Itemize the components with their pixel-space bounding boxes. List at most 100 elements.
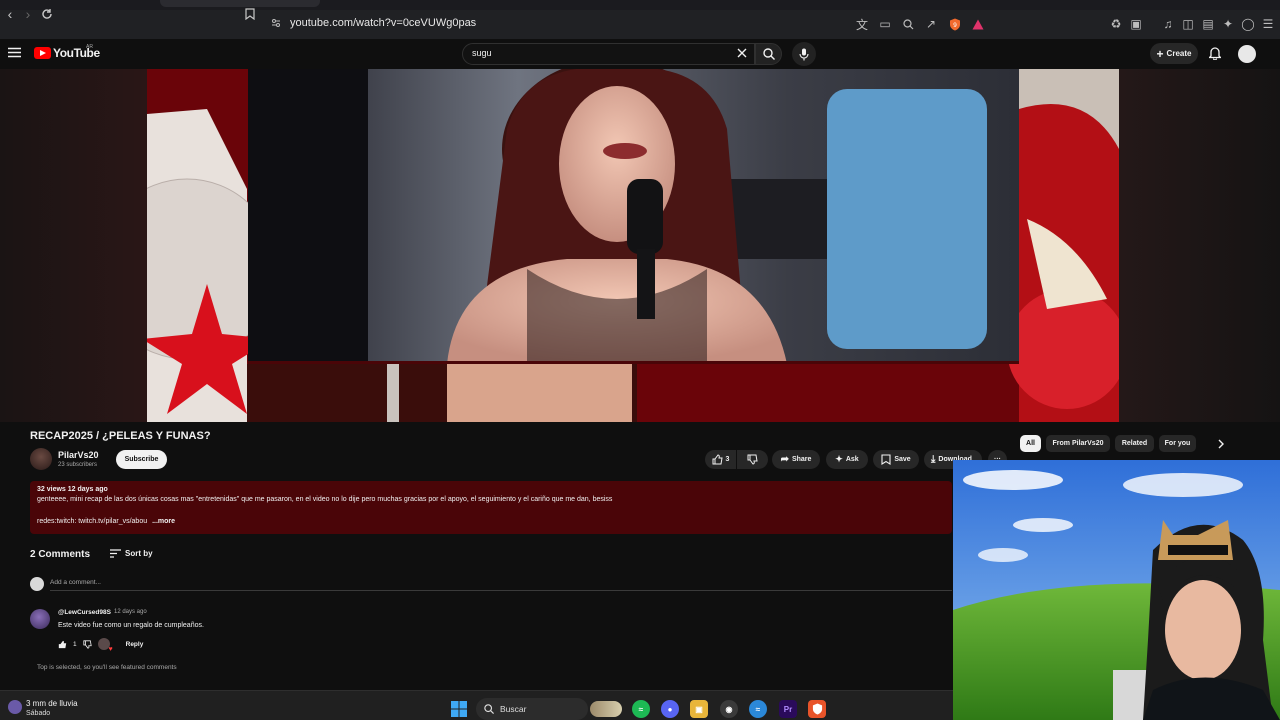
forward-icon[interactable]: › [18,4,38,24]
share-arrow-icon: ➦ [780,454,789,465]
country-code: AR [86,44,93,50]
premiere-pro-icon[interactable]: Pr [779,700,797,718]
share-page-icon[interactable]: ↗ [922,15,940,33]
zoom-icon[interactable] [899,15,917,33]
guide-menu-icon[interactable] [8,47,21,58]
file-explorer-icon[interactable]: ▣ [690,700,708,718]
bookmark-icon[interactable] [240,4,260,24]
description-text: genteeee, mini recap de las dos únicas c… [37,496,613,503]
site-info-icon[interactable] [271,18,281,28]
weather-icon[interactable] [8,700,22,714]
like-button[interactable]: 3 [705,450,736,469]
save-label: Save [894,456,911,463]
back-icon[interactable]: ‹ [0,4,20,24]
featured-comments-note: Top is selected, so you'll see featured … [37,664,177,671]
brave-rewards-icon[interactable] [969,15,987,33]
taskbar-search-icon [484,704,494,714]
youtube-logo-icon[interactable] [34,47,51,59]
sort-comments-button[interactable]: Sort by [110,549,153,558]
video-title: RECAP2025 / ¿PELEAS Y FUNAS? [30,430,211,442]
sidebar-icon[interactable]: ◫ [1179,15,1197,33]
cast-icon[interactable]: ▭ [876,15,894,33]
comment-dislike-icon[interactable] [83,639,92,649]
tab-search-icon[interactable]: ▣ [1127,15,1145,33]
url-text[interactable]: youtube.com/watch?v=0ceVUWg0pas [290,17,476,29]
spotify-icon[interactable]: ≈ [632,700,650,718]
taskbar-search-label: Buscar [500,704,527,714]
add-comment-input[interactable]: Add a comment... [50,579,101,586]
chips-next-icon[interactable] [1216,438,1226,450]
brave-shield-icon[interactable]: 9 [946,15,964,33]
extensions-icon[interactable]: ♻ [1107,15,1125,33]
description-links: redes:twitch: twitch.tv/pilar_vs/abou ..… [37,518,175,525]
chip-for-you[interactable]: For you [1159,435,1196,452]
notifications-bell-icon[interactable] [1209,46,1221,60]
subscribe-button[interactable]: Subscribe [116,450,167,469]
share-button[interactable]: ➦ Share [772,450,820,469]
discord-icon[interactable]: ● [661,700,679,718]
wallet-icon[interactable]: ▤ [1199,15,1217,33]
messenger-icon[interactable]: ≈ [749,700,767,718]
reload-icon[interactable] [37,4,57,24]
translate-icon[interactable]: 文 [853,15,871,33]
share-label: Share [791,456,812,463]
search-icon [762,48,775,60]
save-button[interactable]: Save [873,450,919,469]
search-highlight-icon[interactable] [590,701,622,717]
show-more-link[interactable]: ...more [152,518,175,525]
media-icon[interactable]: ♫ [1159,15,1177,33]
download-icon: ⤓ [931,454,936,465]
video-player[interactable] [147,69,1119,422]
ask-label: Ask [845,456,859,463]
subscriber-count: 23 subscribers [58,462,98,468]
description-link-text[interactable]: redes:twitch: twitch.tv/pilar_vs/abou [37,518,147,525]
description-box[interactable]: 32 views 12 days ago genteeee, mini reca… [30,481,952,534]
webcam-image [953,460,1280,720]
like-count: 3 [725,456,730,463]
microphone-icon [799,48,809,60]
channel-avatar[interactable] [30,448,52,470]
chip-from-channel[interactable]: From PilarVs20 [1046,435,1110,452]
svg-text:9: 9 [953,22,957,29]
sort-label: Sort by [125,549,153,558]
weather-day[interactable]: Sábado [26,710,50,717]
comments-count: 2 Comments [30,549,91,560]
chip-related[interactable]: Related [1115,435,1154,452]
thumbs-down-icon [747,454,758,465]
sparkle-icon: ✦ [835,454,843,464]
brave-browser-icon[interactable] [808,700,826,718]
comment-author[interactable]: @LewCursed98S [58,609,111,616]
comment-actions: 1 ♥ Reply [58,638,144,653]
search-query-text[interactable]: sugu [472,48,492,58]
taskbar-search-box[interactable]: Buscar [476,698,588,720]
create-label: Create [1166,49,1192,58]
comment-input-underline [50,590,952,591]
browser-tab-strip [0,0,1280,10]
windows-start-icon[interactable] [451,701,467,717]
ask-button[interactable]: ✦ Ask [826,450,868,469]
search-button[interactable] [755,43,782,65]
voice-search-button[interactable] [792,42,816,66]
channel-name[interactable]: PilarVs20 [58,450,99,460]
reply-button[interactable]: Reply [126,641,144,648]
comment-time[interactable]: 12 days ago [114,609,147,615]
dislike-button[interactable] [737,450,768,469]
comment-author-avatar[interactable] [30,609,50,629]
create-button[interactable]: + Create [1150,43,1198,64]
comment-text: Este video fue como un regalo de cumplea… [58,622,204,629]
chip-all[interactable]: All [1020,435,1041,452]
leo-ai-icon[interactable]: ✦ [1219,15,1237,33]
search-input[interactable] [462,43,755,65]
vpn-icon[interactable]: ◯ [1239,15,1257,33]
obs-icon[interactable]: ◉ [720,700,738,718]
clear-search-icon[interactable] [737,48,747,58]
save-playlist-icon [881,454,891,465]
browser-menu-icon[interactable]: ☰ [1259,15,1277,33]
weather-title[interactable]: 3 mm de lluvia [26,699,78,708]
ambient-right [1119,69,1280,422]
webcam-overlay [953,460,1280,720]
thumbs-up-icon [712,454,723,465]
comment-like-icon[interactable] [58,640,67,649]
video-frame-image [147,69,1119,422]
account-avatar[interactable] [1238,45,1256,63]
